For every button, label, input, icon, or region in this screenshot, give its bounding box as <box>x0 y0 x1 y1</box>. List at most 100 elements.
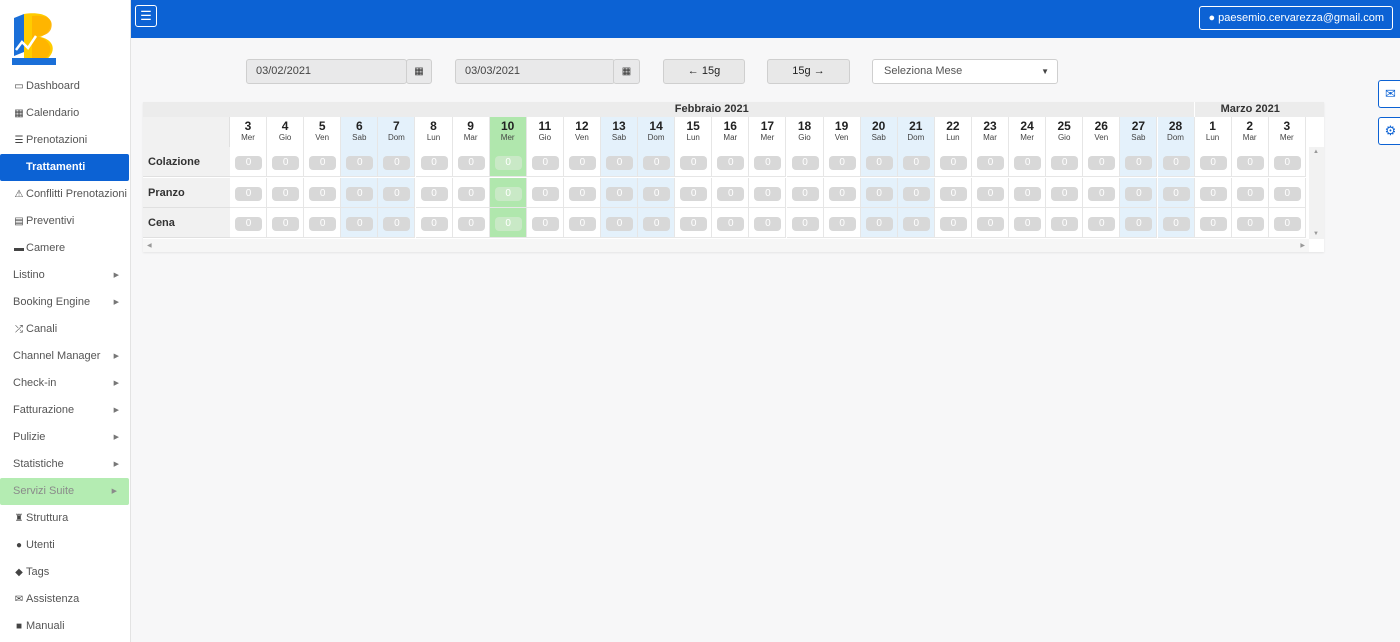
hamburger-icon[interactable]: ☰ <box>135 5 157 27</box>
grid-cell[interactable]: 0 <box>749 147 787 177</box>
grid-cell[interactable]: 0 <box>675 147 713 177</box>
horizontal-scrollbar[interactable]: ◀ ▶ <box>143 239 1309 252</box>
grid-cell[interactable]: 0 <box>378 177 416 208</box>
grid-cell[interactable]: 0 <box>452 177 490 208</box>
date-from-input[interactable]: 03/02/2021 <box>246 59 407 84</box>
grid-cell[interactable]: 0 <box>712 208 750 239</box>
grid-cell[interactable]: 0 <box>749 177 787 208</box>
grid-cell[interactable]: 0 <box>341 147 379 177</box>
grid-cell[interactable]: 0 <box>638 177 676 208</box>
grid-cell[interactable]: 0 <box>1009 177 1047 208</box>
grid-cell[interactable]: 0 <box>786 208 824 239</box>
calendar-icon[interactable]: ▦ <box>406 59 432 84</box>
sidebar-item-check-in[interactable]: Check-in ▶ <box>0 370 131 397</box>
grid-cell[interactable]: 0 <box>1046 208 1084 239</box>
sidebar-item-canali[interactable]: ⤮ Canali <box>0 316 131 343</box>
grid-cell[interactable]: 0 <box>1120 177 1158 208</box>
grid-cell[interactable]: 0 <box>749 208 787 239</box>
grid-cell[interactable]: 0 <box>1268 147 1306 177</box>
grid-cell[interactable]: 0 <box>230 208 267 239</box>
sidebar-item-statistiche[interactable]: Statistiche ▶ <box>0 451 131 478</box>
gears-icon[interactable]: ⚙ <box>1378 117 1400 145</box>
grid-cell[interactable]: 0 <box>1009 147 1047 177</box>
grid-cell[interactable]: 0 <box>230 177 267 208</box>
grid-cell[interactable]: 0 <box>897 177 935 208</box>
grid-cell[interactable]: 0 <box>1157 208 1195 239</box>
scroll-left-icon[interactable]: ◀ <box>147 242 152 249</box>
grid-cell[interactable]: 0 <box>934 208 972 239</box>
sidebar-item-channel-manager[interactable]: Channel Manager ▶ <box>0 343 131 370</box>
sidebar-item-servizi-suite[interactable]: Servizi Suite ▶ <box>0 478 129 505</box>
grid-cell[interactable]: 0 <box>860 177 898 208</box>
grid-cell[interactable]: 0 <box>897 147 935 177</box>
sidebar-item-manuali[interactable]: ■ Manuali <box>0 613 131 640</box>
grid-cell[interactable]: 0 <box>1268 177 1306 208</box>
grid-cell[interactable]: 0 <box>675 177 713 208</box>
sidebar-item-booking-engine[interactable]: Booking Engine ▶ <box>0 289 131 316</box>
grid-cell[interactable]: 0 <box>489 177 527 208</box>
grid-cell[interactable]: 0 <box>1268 208 1306 239</box>
user-account-button[interactable]: ● paesemio.cervarezza@gmail.com <box>1199 6 1393 30</box>
grid-cell[interactable]: 0 <box>1009 208 1047 239</box>
grid-cell[interactable]: 0 <box>638 147 676 177</box>
grid-cell[interactable]: 0 <box>563 147 601 177</box>
grid-cell[interactable]: 0 <box>1046 177 1084 208</box>
sidebar-item-assistenza[interactable]: ✉ Assistenza <box>0 586 131 613</box>
grid-cell[interactable]: 0 <box>452 147 490 177</box>
grid-cell[interactable]: 0 <box>860 208 898 239</box>
grid-cell[interactable]: 0 <box>267 208 305 239</box>
vertical-scrollbar[interactable]: ▲ ▼ <box>1309 147 1324 239</box>
grid-cell[interactable]: 0 <box>304 147 342 177</box>
scroll-down-icon[interactable]: ▼ <box>1313 231 1319 237</box>
grid-cell[interactable]: 0 <box>526 208 564 239</box>
bb-planner-logo[interactable] <box>10 12 68 70</box>
grid-cell[interactable]: 0 <box>267 177 305 208</box>
grid-cell[interactable]: 0 <box>526 147 564 177</box>
grid-cell[interactable]: 0 <box>1083 208 1121 239</box>
grid-cell[interactable]: 0 <box>601 177 638 208</box>
grid-cell[interactable]: 0 <box>489 147 527 177</box>
date-to-input[interactable]: 03/03/2021 <box>455 59 615 84</box>
grid-cell[interactable]: 0 <box>1157 177 1195 208</box>
sidebar-item-pulizie[interactable]: Pulizie ▶ <box>0 424 131 451</box>
grid-cell[interactable]: 0 <box>972 208 1009 239</box>
grid-cell[interactable]: 0 <box>786 177 824 208</box>
grid-cell[interactable]: 0 <box>1083 177 1121 208</box>
grid-cell[interactable]: 0 <box>304 208 342 239</box>
grid-cell[interactable]: 0 <box>378 208 416 239</box>
grid-cell[interactable]: 0 <box>601 147 638 177</box>
sidebar-item-listino[interactable]: Listino ▶ <box>0 262 131 289</box>
sidebar-item-tags[interactable]: ◆ Tags <box>0 559 131 586</box>
sidebar-item-fatturazione[interactable]: Fatturazione ▶ <box>0 397 131 424</box>
grid-cell[interactable]: 0 <box>415 177 453 208</box>
grid-cell[interactable]: 0 <box>638 208 676 239</box>
grid-cell[interactable]: 0 <box>1120 208 1158 239</box>
month-select[interactable]: Seleziona Mese ▼ <box>872 59 1058 84</box>
grid-cell[interactable]: 0 <box>341 177 379 208</box>
scroll-right-icon[interactable]: ▶ <box>1300 242 1305 249</box>
scroll-up-icon[interactable]: ▲ <box>1313 149 1319 155</box>
grid-cell[interactable]: 0 <box>489 208 527 239</box>
sidebar-item-camere[interactable]: ▬ Camere <box>0 235 131 262</box>
sidebar-item-preventivi[interactable]: ▤ Preventivi <box>0 208 131 235</box>
grid-cell[interactable]: 0 <box>304 177 342 208</box>
grid-cell[interactable]: 0 <box>1157 147 1195 177</box>
grid-cell[interactable]: 0 <box>341 208 379 239</box>
sidebar-item-struttura[interactable]: ♜ Struttura <box>0 505 131 532</box>
sidebar-item-dashboard[interactable]: ▭ Dashboard <box>0 73 131 100</box>
grid-cell[interactable]: 0 <box>972 177 1009 208</box>
grid-cell[interactable]: 0 <box>823 147 861 177</box>
grid-cell[interactable]: 0 <box>563 208 601 239</box>
grid-cell[interactable]: 0 <box>860 147 898 177</box>
grid-cell[interactable]: 0 <box>934 177 972 208</box>
grid-cell[interactable]: 0 <box>1194 177 1232 208</box>
grid-cell[interactable]: 0 <box>934 147 972 177</box>
next-15-days-button[interactable]: 15g → <box>767 59 850 84</box>
grid-cell[interactable]: 0 <box>601 208 638 239</box>
grid-cell[interactable]: 0 <box>897 208 935 239</box>
prev-15-days-button[interactable]: ← 15g <box>663 59 745 84</box>
envelope-icon[interactable]: ✉ <box>1378 80 1400 108</box>
calendar-icon[interactable]: ▦ <box>613 59 640 84</box>
grid-cell[interactable]: 0 <box>415 208 453 239</box>
sidebar-item-calendario[interactable]: ▦ Calendario <box>0 100 131 127</box>
